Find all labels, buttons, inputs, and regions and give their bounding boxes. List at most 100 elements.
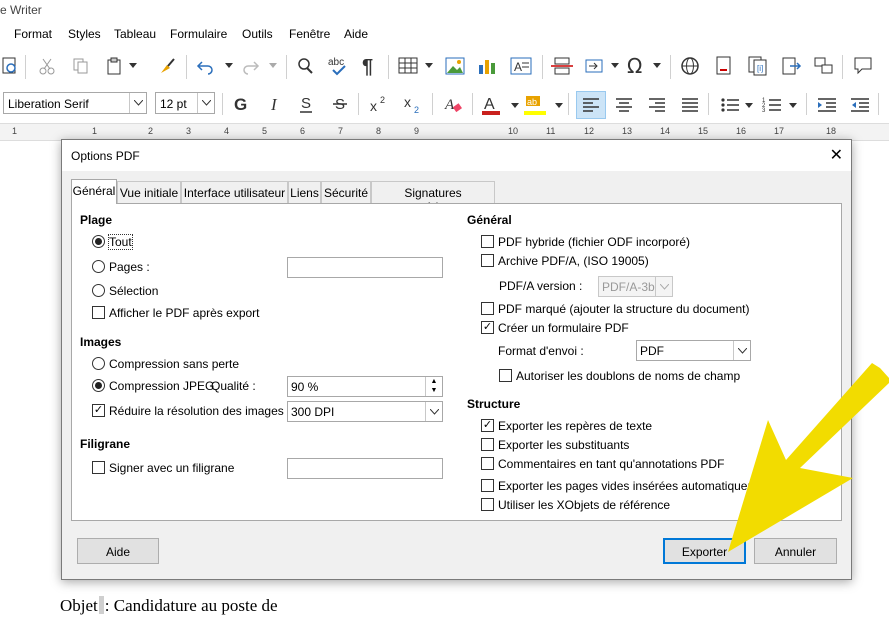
reduce-resolution-label[interactable]: Réduire la résolution des images	[109, 404, 284, 418]
reference-xobjects-label[interactable]: Utiliser les XObjets de référence	[498, 498, 670, 512]
bookmark-icon[interactable]	[813, 55, 835, 77]
export-blank-pages-label[interactable]: Exporter les pages vides insérées automa…	[498, 479, 774, 493]
pdfa-version-select[interactable]: PDF/A-3b	[598, 276, 673, 297]
chevron-down-icon[interactable]	[655, 277, 672, 296]
export-bookmarks-checkbox[interactable]: ✓	[481, 419, 494, 432]
font-name-combo[interactable]: Liberation Serif	[3, 92, 147, 114]
redo-icon[interactable]	[240, 55, 262, 77]
pages-input[interactable]	[287, 257, 443, 278]
font-color-dropdown-icon[interactable]	[510, 99, 520, 113]
menu-tableau[interactable]: Tableau	[114, 27, 156, 41]
field-icon[interactable]	[582, 55, 606, 77]
bold-icon[interactable]: G	[230, 93, 250, 115]
bullet-list-icon[interactable]	[718, 93, 742, 117]
radio-lossless-label[interactable]: Compression sans perte	[109, 357, 239, 371]
menu-fenetre[interactable]: Fenêtre	[289, 27, 330, 41]
footnote-icon[interactable]	[713, 55, 735, 77]
view-after-export-checkbox[interactable]	[92, 306, 105, 319]
hybrid-pdf-checkbox[interactable]	[481, 235, 494, 248]
align-right-icon[interactable]	[645, 93, 669, 117]
chevron-down-icon[interactable]	[425, 402, 442, 421]
cut-icon[interactable]	[36, 55, 58, 77]
submit-format-select[interactable]: PDF	[636, 340, 751, 361]
reference-xobjects-checkbox[interactable]	[481, 498, 494, 511]
tab-liens[interactable]: Liens	[288, 181, 321, 203]
font-color-icon[interactable]: A	[480, 93, 502, 117]
comments-annotations-checkbox[interactable]	[481, 457, 494, 470]
superscript-icon[interactable]: x2	[368, 93, 390, 115]
radio-selection[interactable]	[92, 284, 105, 297]
clone-formatting-icon[interactable]	[156, 55, 178, 77]
tab-signatures-numeriques[interactable]: Signatures numériques	[371, 181, 495, 214]
reduce-resolution-checkbox[interactable]: ✓	[92, 404, 105, 417]
menu-format[interactable]: Format	[14, 27, 52, 41]
tab-interface-utilisateur[interactable]: Interface utilisateur	[181, 181, 288, 203]
tagged-pdf-checkbox[interactable]	[481, 302, 494, 315]
decrease-indent-icon[interactable]	[848, 93, 872, 117]
paste-dropdown-icon[interactable]	[128, 59, 138, 73]
bullet-list-dropdown-icon[interactable]	[744, 99, 754, 113]
radio-jpeg[interactable]	[92, 379, 105, 392]
export-bookmarks-label[interactable]: Exporter les repères de texte	[498, 419, 652, 433]
chevron-down-icon[interactable]	[733, 341, 750, 360]
justify-icon[interactable]	[678, 93, 702, 117]
highlight-dropdown-icon[interactable]	[554, 99, 564, 113]
underline-icon[interactable]: S	[296, 93, 316, 115]
align-left-icon[interactable]	[576, 91, 606, 119]
export-placeholders-checkbox[interactable]	[481, 438, 494, 451]
menu-formulaire[interactable]: Formulaire	[170, 27, 227, 41]
hyperlink-icon[interactable]	[679, 55, 701, 77]
text-box-icon[interactable]: A	[508, 55, 534, 77]
image-icon[interactable]	[444, 55, 466, 77]
tab-general[interactable]: Général	[71, 179, 117, 204]
table-icon[interactable]	[397, 55, 419, 77]
spelling-icon[interactable]: abc	[326, 53, 350, 79]
watermark-input[interactable]	[287, 458, 443, 479]
radio-pages-label[interactable]: Pages :	[109, 260, 150, 274]
numbered-list-dropdown-icon[interactable]	[788, 99, 798, 113]
archive-pdfa-label[interactable]: Archive PDF/A, (ISO 19005)	[498, 254, 649, 268]
watermark-checkbox[interactable]	[92, 461, 105, 474]
subscript-icon[interactable]: x2	[402, 93, 424, 115]
radio-selection-label[interactable]: Sélection	[109, 284, 158, 298]
endnote-icon[interactable]: [i]	[747, 55, 769, 77]
chevron-down-icon[interactable]	[197, 93, 214, 113]
find-replace-icon[interactable]	[294, 55, 316, 77]
help-button[interactable]: Aide	[77, 538, 159, 564]
menu-outils[interactable]: Outils	[242, 27, 273, 41]
tab-vue-initiale[interactable]: Vue initiale	[117, 181, 181, 203]
field-dropdown-icon[interactable]	[610, 59, 620, 73]
radio-tout-label[interactable]: Tout	[108, 234, 133, 250]
document-text-line[interactable]: Objet: Candidature au poste de	[60, 596, 278, 616]
strikethrough-icon[interactable]: S	[330, 93, 350, 115]
radio-tout[interactable]	[92, 235, 105, 248]
view-after-export-label[interactable]: Afficher le PDF après export	[109, 306, 260, 320]
spin-down-icon[interactable]: ▼	[426, 386, 442, 395]
tagged-pdf-label[interactable]: PDF marqué (ajouter la structure du docu…	[498, 302, 749, 316]
radio-lossless[interactable]	[92, 357, 105, 370]
create-form-checkbox[interactable]: ✓	[481, 321, 494, 334]
print-preview-icon[interactable]	[0, 55, 20, 77]
export-placeholders-label[interactable]: Exporter les substituants	[498, 438, 629, 452]
undo-dropdown-icon[interactable]	[224, 59, 234, 73]
radio-pages[interactable]	[92, 260, 105, 273]
cancel-button[interactable]: Annuler	[754, 538, 837, 564]
page-break-icon[interactable]	[550, 55, 574, 77]
hybrid-pdf-label[interactable]: PDF hybride (fichier ODF incorporé)	[498, 235, 690, 249]
quality-spin-buttons[interactable]: ▲ ▼	[425, 377, 442, 396]
table-dropdown-icon[interactable]	[424, 59, 434, 73]
paste-icon[interactable]	[104, 55, 126, 77]
redo-dropdown-icon[interactable]	[268, 59, 278, 73]
font-size-combo[interactable]: 12 pt	[155, 92, 215, 114]
tab-securite[interactable]: Sécurité	[321, 181, 371, 203]
chart-icon[interactable]	[476, 55, 498, 77]
duplicate-field-names-checkbox[interactable]	[499, 369, 512, 382]
special-character-icon[interactable]: Ω	[624, 55, 648, 77]
italic-icon[interactable]: I	[264, 93, 284, 115]
close-icon[interactable]: ✕	[830, 145, 843, 165]
copy-icon[interactable]	[70, 55, 92, 77]
cross-reference-icon[interactable]	[781, 55, 803, 77]
menu-aide[interactable]: Aide	[344, 27, 368, 41]
menu-styles[interactable]: Styles	[68, 27, 101, 41]
duplicate-field-names-label[interactable]: Autoriser les doublons de noms de champ	[516, 369, 740, 383]
